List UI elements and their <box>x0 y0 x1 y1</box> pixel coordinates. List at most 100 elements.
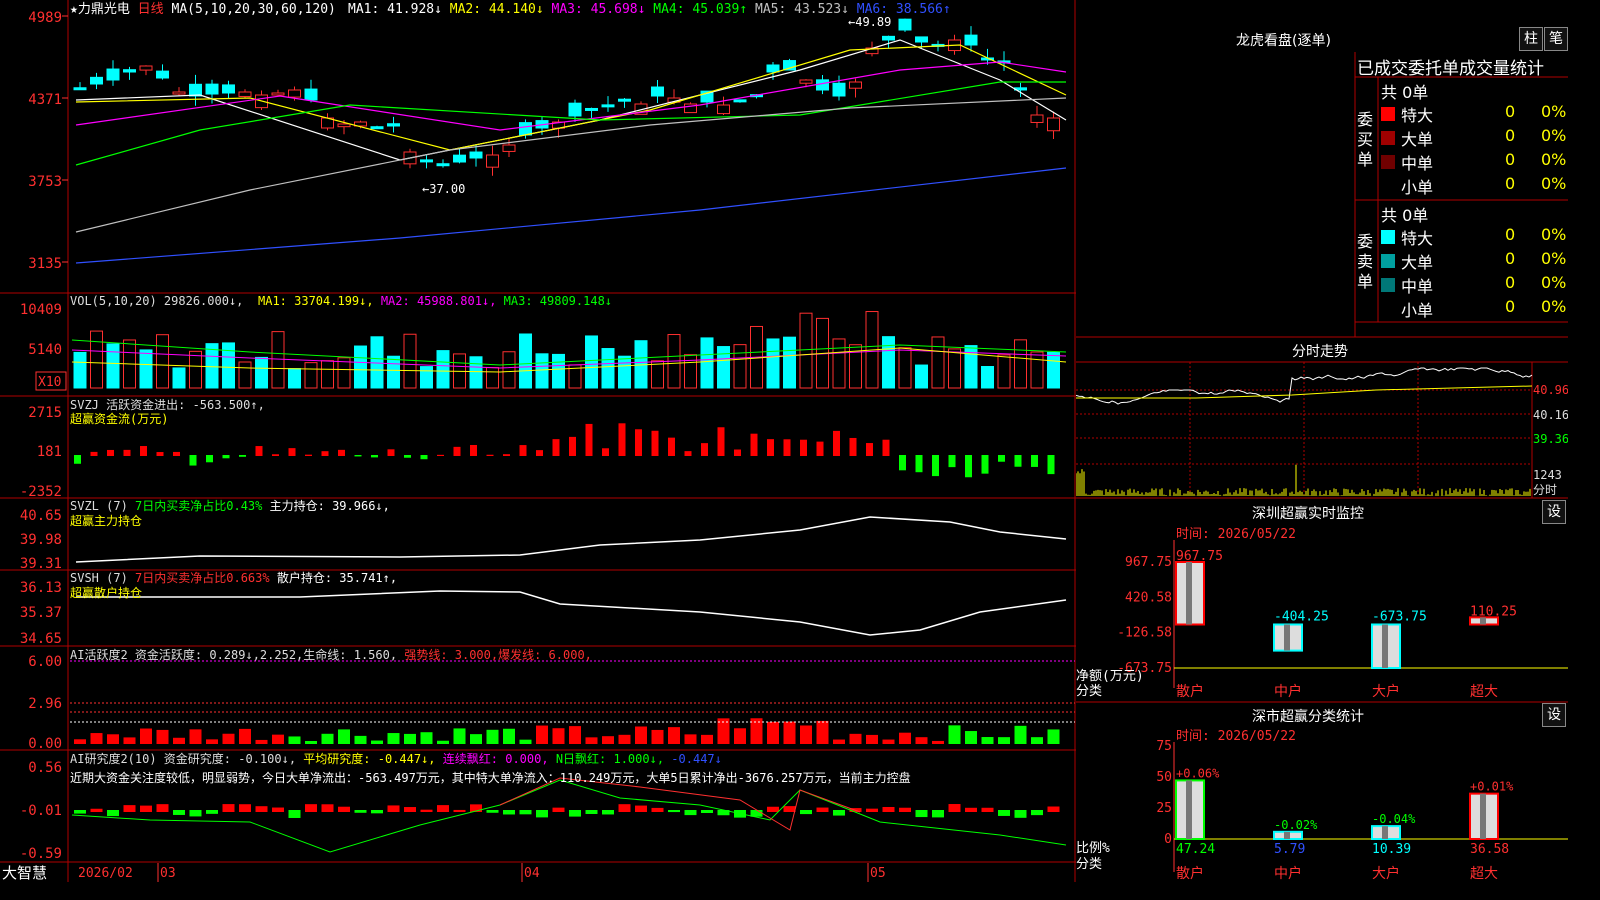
svsh-label: 34.65 <box>20 631 62 647</box>
ai-research-bar <box>915 810 928 818</box>
buy-total: 共 0单 <box>1381 83 1429 102</box>
ai-active-bar <box>882 739 895 744</box>
svsh-line-path <box>76 590 1067 636</box>
order-stats-header: 已成交委托单成交量统计 <box>1357 59 1544 79</box>
volume-bar <box>420 366 433 389</box>
candle-body <box>766 64 780 73</box>
ai-research-bar <box>404 807 416 812</box>
ai-active-bar <box>1031 737 1043 744</box>
ai-research-bar <box>239 804 251 812</box>
svzj-bar <box>189 455 197 466</box>
sz-class-y-label: 75 <box>1156 739 1172 754</box>
candle-body <box>205 83 219 95</box>
ai-active-bar <box>948 725 961 744</box>
intraday-chart[interactable]: 40.96 40.16 39.36 1243 分时 <box>1076 362 1568 498</box>
order-label: 小单 <box>1401 178 1434 197</box>
volume-bar <box>535 353 549 389</box>
svzj-bar <box>1014 455 1022 467</box>
pen-view-button[interactable]: 笔 <box>1544 27 1568 51</box>
ai-active-bar <box>404 733 416 744</box>
ai-research-bar <box>90 808 103 812</box>
ai-research-bar <box>1047 806 1060 812</box>
ai-research-bar <box>321 804 334 812</box>
sz-class-chart: 时间: 2026/05/22 75 50 25 0 比例%分类 +0.06% 47.24 散户 -… <box>1076 729 1568 882</box>
svzj-bar <box>420 455 428 460</box>
ai-research-bar <box>618 804 631 812</box>
volume-bar <box>931 336 945 389</box>
svzj-bar <box>701 443 708 456</box>
ma-line <box>75 167 1067 264</box>
svsh-subtitle: 超赢散户持仓 <box>70 585 142 600</box>
volume-bar <box>997 354 1011 389</box>
ai-research-bar <box>602 810 614 815</box>
ai-research-header: AI研究度2(10) 资金研究度: -0.100↓, 平均研究度: -0.447… <box>70 751 722 766</box>
svzj-bar <box>222 455 230 459</box>
chart-panels[interactable]: 4989 4371 3753 3135 10409 5140 2715 181 … <box>0 0 1076 882</box>
sz-class-x-title: 分类 <box>1076 857 1102 872</box>
candle-body <box>849 81 862 89</box>
candle-body <box>601 104 615 108</box>
order-count: 0 <box>1505 126 1516 145</box>
volume-bar <box>585 335 598 389</box>
volume-bar <box>882 336 895 389</box>
ai-active-bar <box>354 735 367 744</box>
candle-body <box>964 34 978 46</box>
ai-active-bar <box>585 737 598 744</box>
ai-active-bar <box>602 736 614 744</box>
ma-params: MA(5,10,20,30,60,120) <box>172 2 336 17</box>
sz-monitor-bar-shade <box>1186 562 1192 625</box>
candle-body <box>370 126 384 130</box>
ai-research-label: -0.01 <box>20 803 62 819</box>
sz-monitor-value: 110.25 <box>1470 604 1517 619</box>
ai-research-bar <box>981 807 994 812</box>
svzl-label: 39.31 <box>20 556 62 572</box>
ai-active-bar <box>635 726 647 744</box>
sz-class-category: 大户 <box>1372 865 1400 882</box>
svzj-bar <box>90 451 98 456</box>
svzj-subtitle: 超赢资金流(万元) <box>70 411 168 426</box>
sz-class-ratio: 5.79 <box>1274 842 1305 857</box>
ma-value: MA4: 45.039↑ <box>653 2 755 17</box>
volume-bar <box>981 366 994 389</box>
intraday-price-label: 39.36 <box>1533 432 1568 446</box>
order-pct: 0% <box>1541 102 1567 121</box>
volume-bar <box>205 343 219 389</box>
ai-label: 6.00 <box>28 654 62 670</box>
vol-ma-value: MA2: 45988.801↓, <box>381 294 504 308</box>
order-pct: 0% <box>1541 249 1567 268</box>
volume-bar <box>403 333 417 389</box>
ai-research-bar <box>173 810 185 815</box>
candle-body <box>123 69 136 73</box>
svzj-bar <box>437 454 444 456</box>
ai-research-bar <box>519 810 532 815</box>
svzj-bar <box>750 433 758 456</box>
sz-class-y-label: 50 <box>1156 770 1172 785</box>
sz-class-bar-shade <box>1480 793 1486 839</box>
ai-research-bar <box>156 804 169 812</box>
svzj-bar <box>783 439 791 456</box>
volume-bar <box>304 362 318 389</box>
svzl-line-path <box>75 516 1067 563</box>
svzj-bar <box>486 454 494 456</box>
bar-view-button[interactable]: 柱 <box>1519 27 1543 51</box>
ai-active-bar <box>767 721 779 744</box>
svzj-header: SVZJ 活跃资金进出: -563.500↑, <box>70 397 265 412</box>
volume-bar <box>783 336 796 389</box>
candle-body <box>420 159 433 163</box>
order-row: 中单 0 0% <box>1381 273 1568 297</box>
main-header: ★力鼎光电 日线 MA(5,10,20,30,60,120) <box>70 2 336 17</box>
volume-bar <box>321 360 334 389</box>
svzl-line <box>75 516 1067 563</box>
svsh-line <box>76 590 1067 636</box>
ai-research-bar <box>635 805 647 812</box>
candle-body <box>156 70 169 79</box>
svzj-bar <box>618 423 626 456</box>
ai-research-bar <box>272 807 284 812</box>
sz-class-ratio: 10.39 <box>1372 842 1411 857</box>
volume-bar <box>139 349 153 389</box>
sz-class-bar-shade <box>1186 780 1192 839</box>
ai-research-bar <box>387 805 400 812</box>
ai-research-bar <box>965 807 977 812</box>
ai-active-bar <box>651 729 664 744</box>
ai-research-bar <box>585 810 598 814</box>
